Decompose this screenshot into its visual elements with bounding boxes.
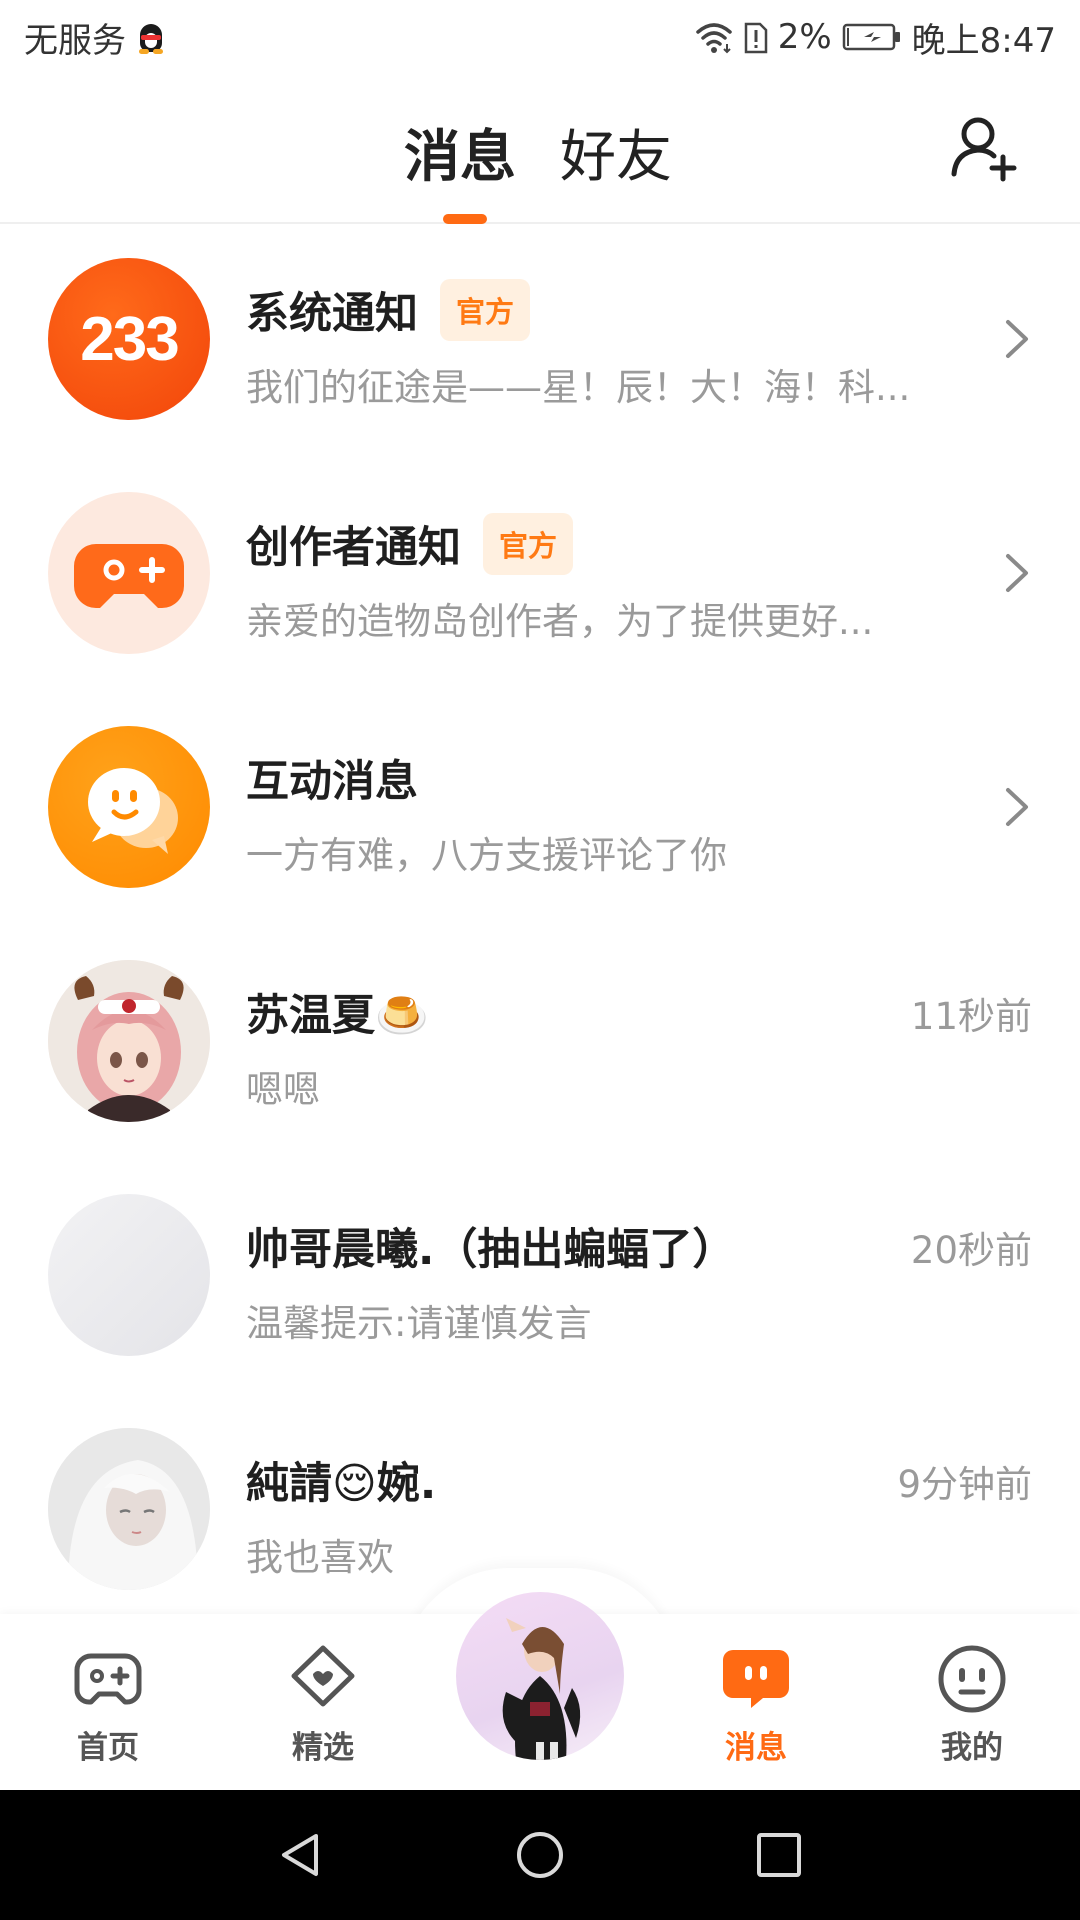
qq-penguin-icon xyxy=(136,20,166,54)
233-logo-avatar: 233 xyxy=(48,258,210,420)
conversation-title: 创作者通知 xyxy=(246,523,461,573)
message-time: 20秒前 xyxy=(910,1229,1032,1272)
clock: 晚上8:47 xyxy=(911,20,1056,61)
back-icon[interactable] xyxy=(276,1830,326,1880)
active-tab-indicator xyxy=(443,214,487,224)
heart-bubble-icon xyxy=(291,1645,355,1707)
tab-messages-bottom[interactable]: 消息 xyxy=(686,1642,826,1767)
list-item-user-chat[interactable]: 帅哥晨曦.（抽出蝙蝠了） 温馨提示:请谨慎发言 20秒前 xyxy=(0,1160,1080,1394)
list-item-creator-notice[interactable]: 创作者通知 官方 亲爱的造物岛创作者，为了提供更好... xyxy=(0,458,1080,692)
conversation-preview: 我也喜欢 xyxy=(246,1536,394,1579)
list-item-interactions[interactable]: 互动消息 一方有难，八方支援评论了你 xyxy=(0,692,1080,926)
tab-label: 首页 xyxy=(77,1730,139,1766)
tab-label: 精选 xyxy=(292,1730,354,1766)
system-nav-bar xyxy=(0,1790,1080,1920)
character-avatar[interactable] xyxy=(456,1592,624,1760)
battery-icon xyxy=(842,23,900,51)
user-avatar[interactable] xyxy=(48,960,210,1122)
chevron-right-icon xyxy=(1006,788,1028,826)
status-bar: 无服务 2% 晚上8:47 xyxy=(0,0,1080,74)
user-avatar[interactable] xyxy=(48,1194,210,1356)
sim-alert-icon xyxy=(744,22,767,54)
tab-label: 消息 xyxy=(725,1730,787,1766)
wifi-icon xyxy=(695,23,732,54)
anime-girl-avatar-icon xyxy=(48,960,210,1122)
home-icon[interactable] xyxy=(515,1830,565,1880)
conversation-preview: 嗯嗯 xyxy=(246,1068,320,1111)
conversation-preview: 温馨提示:请谨慎发言 xyxy=(246,1302,592,1345)
tab-featured[interactable]: 精选 xyxy=(253,1642,393,1767)
chevron-right-icon xyxy=(1006,320,1028,358)
user-avatar[interactable] xyxy=(48,1428,210,1590)
list-item-user-chat[interactable]: 苏温夏🍮 嗯嗯 11秒前 xyxy=(0,926,1080,1160)
chat-bubble-avatar xyxy=(48,726,210,888)
add-friend-icon[interactable] xyxy=(948,112,1022,186)
tab-home[interactable]: 首页 xyxy=(38,1642,178,1767)
tab-label: 我的 xyxy=(941,1730,1003,1766)
conversation-title: 互动消息 xyxy=(246,757,418,807)
message-time: 9分钟前 xyxy=(897,1463,1032,1506)
official-badge: 官方 xyxy=(483,513,574,575)
233-logo-text: 233 xyxy=(80,304,179,374)
conversation-title: 帅哥晨曦.（抽出蝙蝠了） xyxy=(246,1225,736,1275)
message-icon xyxy=(723,1650,789,1708)
header: 消息 好友 xyxy=(0,74,1080,224)
message-time: 11秒前 xyxy=(910,995,1032,1038)
conversation-title: 純請😌婉. xyxy=(246,1459,437,1509)
gamepad-avatar xyxy=(48,492,210,654)
white-hair-avatar-icon xyxy=(48,1428,210,1590)
character-avatar-icon xyxy=(502,1618,581,1760)
recents-icon[interactable] xyxy=(754,1830,804,1880)
conversation-title: 系统通知 xyxy=(246,289,418,339)
face-icon xyxy=(938,1645,1006,1713)
conversation-preview: 我们的征途是——星！辰！大！海！科... xyxy=(246,366,911,409)
chevron-right-icon xyxy=(1006,554,1028,592)
chat-bubble-icon xyxy=(88,768,178,854)
conversation-preview: 亲爱的造物岛创作者，为了提供更好... xyxy=(246,600,874,643)
tab-profile[interactable]: 我的 xyxy=(902,1642,1042,1767)
gamepad-icon xyxy=(74,544,184,608)
tab-messages[interactable]: 消息 xyxy=(404,112,516,193)
conversation-title: 苏温夏🍮 xyxy=(246,991,429,1041)
tab-friends[interactable]: 好友 xyxy=(560,112,672,193)
list-item-system-notice[interactable]: 233 系统通知 官方 我们的征途是——星！辰！大！海！科... xyxy=(0,224,1080,458)
conversation-preview: 一方有难，八方支援评论了你 xyxy=(246,834,727,877)
battery-percent: 2% xyxy=(777,17,832,57)
carrier-label: 无服务 xyxy=(24,20,126,61)
official-badge: 官方 xyxy=(440,279,531,341)
gamepad-icon xyxy=(74,1653,142,1705)
